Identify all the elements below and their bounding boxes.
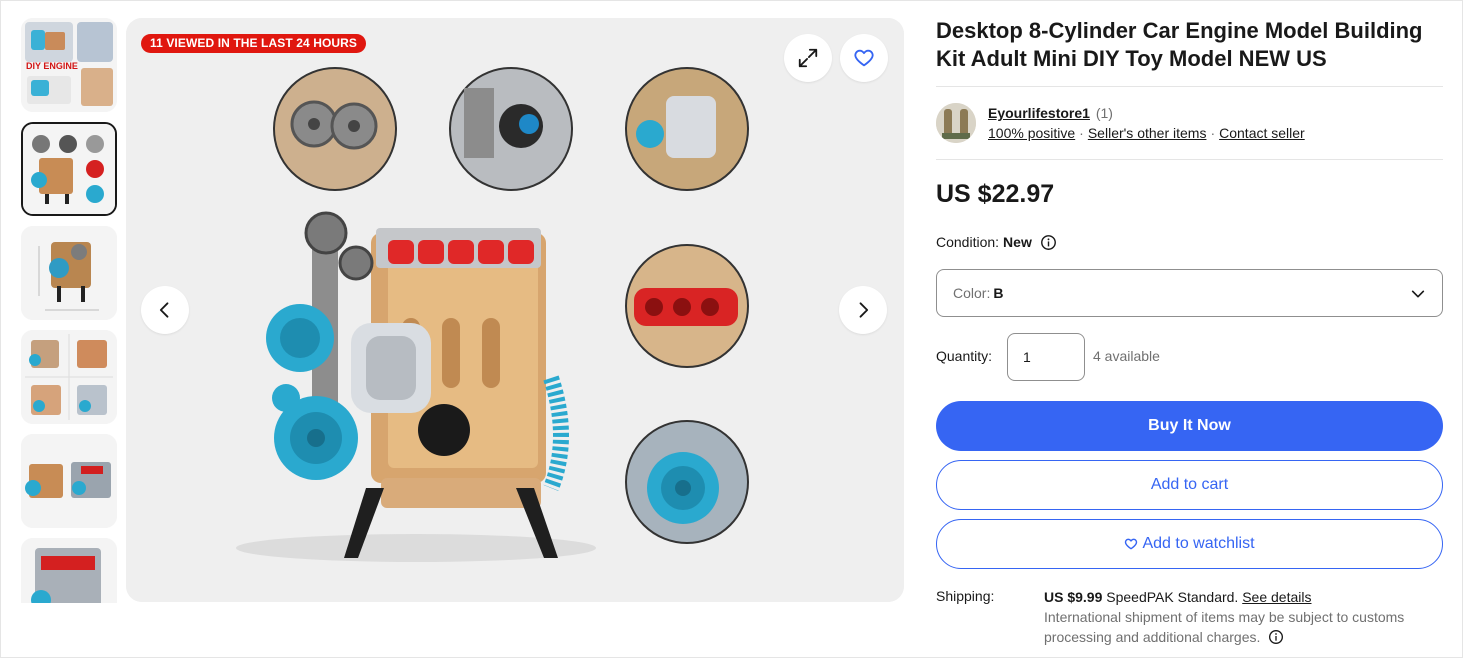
seller-avatar[interactable]: [936, 103, 976, 143]
info-icon[interactable]: [1040, 234, 1057, 251]
listing-title: Desktop 8-Cylinder Car Engine Model Buil…: [936, 18, 1423, 71]
seller-other-items-link[interactable]: Seller's other items: [1088, 125, 1207, 141]
info-icon[interactable]: [1268, 629, 1284, 645]
previous-image-button[interactable]: [141, 286, 189, 334]
thumbnail-strip: DIY ENGINE: [21, 18, 119, 603]
thumbnail-5[interactable]: [21, 434, 117, 528]
thumbnail-4[interactable]: [21, 330, 117, 424]
detail-circle-3: [625, 67, 749, 191]
seller-name-link[interactable]: Eyourlifestore1: [988, 105, 1090, 121]
detail-circle-2: [449, 67, 573, 191]
seller-name-line: Eyourlifestore1 (1): [988, 104, 1113, 122]
watch-heart-button[interactable]: [840, 34, 888, 82]
see-details-link[interactable]: See details: [1242, 589, 1311, 605]
detail-circle-4: [625, 244, 749, 368]
quantity-label: Quantity:: [936, 348, 993, 364]
shipping-info: US $9.99 SpeedPAK Standard. See details …: [1044, 587, 1443, 647]
expand-button[interactable]: [784, 34, 832, 82]
shipping-service: SpeedPAK Standard.: [1106, 589, 1239, 605]
add-to-watchlist-button[interactable]: Add to watchlist: [936, 519, 1443, 569]
watchlist-label: Add to watchlist: [1142, 535, 1255, 552]
thumbnail-6[interactable]: [21, 538, 117, 603]
viewed-badge: 11 VIEWED IN THE LAST 24 HOURS: [141, 34, 367, 53]
chevron-left-icon: [159, 302, 169, 318]
separator-dot: ·: [1210, 125, 1216, 141]
condition-label: Condition:: [936, 234, 1000, 250]
condition-value: New: [1003, 234, 1032, 250]
color-select-label: Color:: [953, 285, 991, 301]
thumbnail-2[interactable]: [21, 122, 117, 216]
chevron-right-icon: [859, 302, 869, 318]
next-image-button[interactable]: [839, 286, 887, 334]
quantity-input[interactable]: [1007, 333, 1085, 381]
quantity-available: 4 available: [1093, 348, 1160, 364]
buy-it-now-button[interactable]: Buy It Now: [936, 401, 1443, 451]
thumbnail-3[interactable]: [21, 226, 117, 320]
shipping-price: US $9.99: [1044, 589, 1103, 605]
divider: [936, 159, 1443, 160]
shipping-note: International shipment of items may be s…: [1044, 609, 1405, 645]
shipping-label: Shipping:: [936, 588, 995, 604]
chevron-down-icon: [1411, 290, 1425, 298]
add-to-cart-button[interactable]: Add to cart: [936, 460, 1443, 510]
color-select[interactable]: Color: B: [936, 269, 1443, 317]
detail-circle-5: [625, 420, 749, 544]
divider: [936, 86, 1443, 87]
item-price: US $22.97: [936, 180, 1055, 208]
contact-seller-link[interactable]: Contact seller: [1219, 125, 1305, 141]
seller-links: 100% positive · Seller's other items · Conta…: [988, 124, 1305, 142]
seller-positive-link[interactable]: 100% positive: [988, 125, 1075, 141]
expand-icon: [798, 48, 818, 68]
thumbnail-1[interactable]: DIY ENGINE: [21, 18, 117, 112]
engine-photo: [126, 18, 904, 602]
heart-icon: [854, 49, 874, 67]
heart-icon: [1125, 538, 1138, 550]
separator-dot: ·: [1079, 125, 1084, 141]
seller-feedback-count: (1): [1095, 105, 1113, 121]
thumbnail-1-caption: DIY ENGINE: [26, 61, 78, 71]
detail-circle-1: [273, 67, 397, 191]
color-select-value: B: [993, 285, 1004, 301]
condition-row: Condition: New: [936, 233, 1057, 251]
main-product-image[interactable]: 11 VIEWED IN THE LAST 24 HOURS: [126, 18, 904, 602]
